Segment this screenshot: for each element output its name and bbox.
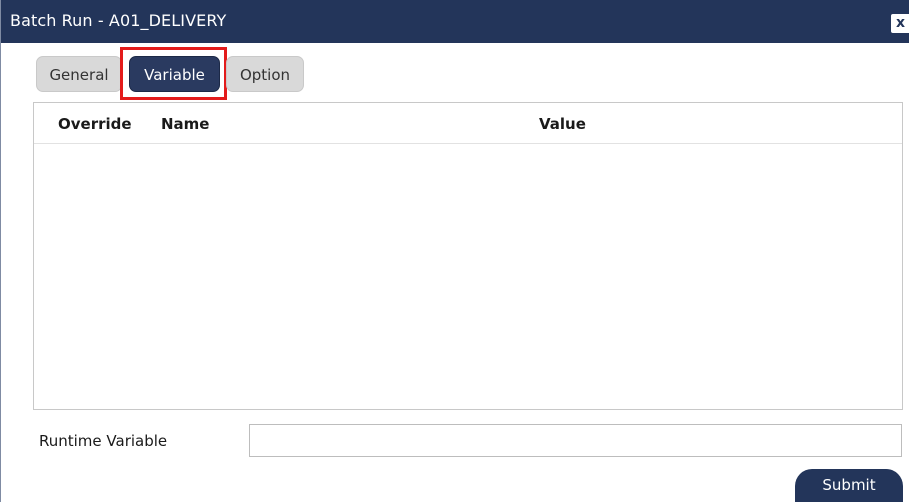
submit-button[interactable]: Submit [795, 469, 903, 502]
title-bar: Batch Run - A01_DELIVERY x [1, 0, 909, 43]
grid-header: Override Name Value [34, 103, 902, 144]
tab-general[interactable]: General [36, 56, 122, 92]
runtime-variable-label: Runtime Variable [39, 432, 168, 450]
close-button[interactable]: x [891, 14, 909, 33]
tab-option[interactable]: Option [226, 56, 304, 92]
column-header-name[interactable]: Name [161, 115, 209, 133]
column-header-value[interactable]: Value [539, 115, 586, 133]
batch-run-dialog: Batch Run - A01_DELIVERY x General Varia… [0, 0, 909, 502]
tab-variable[interactable]: Variable [129, 56, 220, 92]
close-icon: x [895, 15, 906, 31]
variable-grid: Override Name Value [33, 102, 903, 410]
column-header-override[interactable]: Override [58, 115, 132, 133]
dialog-title: Batch Run - A01_DELIVERY [10, 11, 227, 30]
runtime-variable-input[interactable] [249, 424, 902, 457]
